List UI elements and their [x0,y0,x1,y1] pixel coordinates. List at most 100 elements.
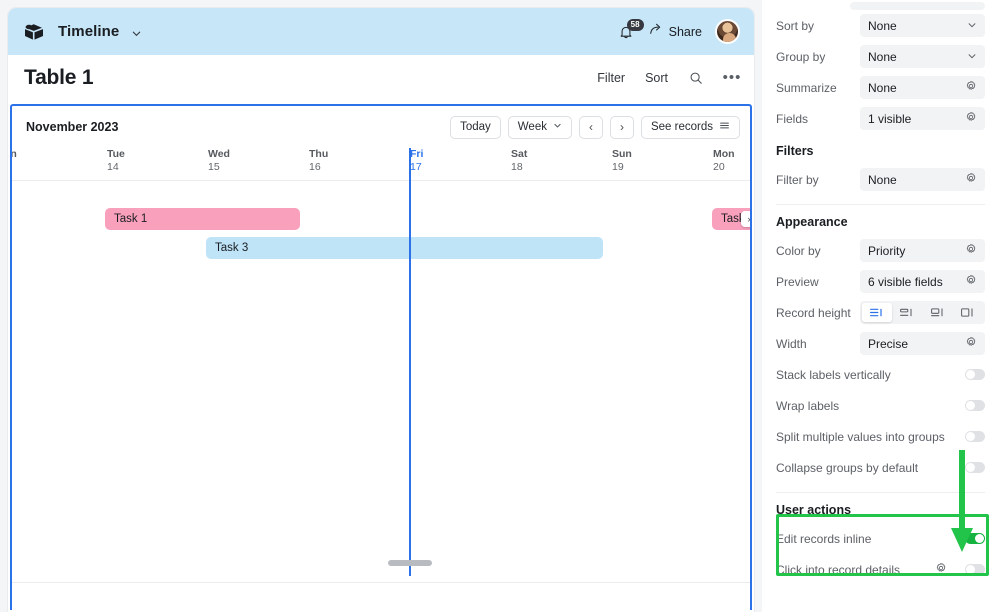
record-height-segmented-control[interactable] [860,301,985,324]
filter-by-select[interactable]: None [860,168,985,191]
zoom-level-select[interactable]: Week [507,115,572,139]
width-select[interactable]: Precise [860,332,985,355]
wrap-labels-toggle[interactable] [965,400,985,411]
next-period-button[interactable]: › [609,115,634,139]
click-into-record-details-label: Click into record details [776,562,901,577]
sort-button[interactable]: Sort [645,71,668,85]
chevron-down-icon[interactable] [967,50,977,64]
day-name: Thu [309,148,329,160]
timeline-bar-label: Task 3 [215,242,249,254]
today-indicator-line [409,148,411,576]
partial-field-row [850,2,985,10]
day-name: Fri [410,148,424,160]
chevron-down-icon[interactable] [131,26,142,37]
fields-value: 1 visible [868,111,912,126]
more-horizontal-icon[interactable]: ••• [723,70,741,86]
day-header-20: Mon 20 [713,148,735,174]
stack-labels-vertically-toggle[interactable] [965,369,985,380]
fields-select[interactable]: 1 visible [860,107,985,130]
stack-labels-vertically-label: Stack labels vertically [776,367,891,382]
share-label: Share [668,24,702,39]
height-extra-tall-icon[interactable] [953,303,983,322]
timeline-panel: November 2023 Today Week ‹ › See records… [10,104,752,610]
day-number: 15 [208,161,220,173]
chevron-right-icon: › [619,120,624,134]
timeline-bar[interactable]: Task 3 [206,237,603,259]
chevron-left-icon: ‹ [588,120,593,134]
gear-icon[interactable] [935,561,947,579]
sort-by-value: None [868,18,897,33]
timeline-day-headers: on Tue14 Wed15 Thu16 Fri17 Sat18 Sun19 Mon20 [12,148,750,181]
group-by-row: Group by None [776,41,985,72]
height-short-icon[interactable] [862,303,893,322]
collapse-groups-by-default-toggle[interactable] [965,462,985,473]
gear-icon[interactable] [965,336,977,351]
edit-records-inline-row: Edit records inline [776,523,985,554]
color-by-select[interactable]: Priority [860,239,985,262]
preview-label: Preview [776,274,819,289]
split-multiple-values-into-groups-toggle[interactable] [965,431,985,442]
avatar[interactable] [715,19,740,44]
filter-button[interactable]: Filter [597,71,625,85]
gear-icon[interactable] [965,80,977,95]
settings-sidebar: Sort by None Group by None Summarize None Fiel… [762,0,999,612]
day-number: 16 [309,161,321,173]
summarize-value: None [868,80,897,95]
app-area: Timeline 58 Share Table 1 Filter Sort ••… [0,0,762,612]
preview-row: Preview 6 visible fields [776,266,985,297]
group-by-select[interactable]: None [860,45,985,68]
scrollbar-thumb[interactable] [388,560,432,566]
day-name: on [10,148,17,160]
notifications-button[interactable]: 58 [618,18,644,42]
collapse-groups-by-default-row: Collapse groups by default [776,452,985,483]
preview-select[interactable]: 6 visible fields [860,270,985,293]
section-divider [776,204,985,205]
today-button[interactable]: Today [450,115,501,139]
app-topbar: Timeline 58 Share [8,8,754,55]
edit-records-inline-toggle[interactable] [965,533,985,544]
share-icon [649,22,663,41]
horizontal-scrollbar[interactable] [12,560,750,566]
wrap-labels-row: Wrap labels [776,390,985,421]
notification-badge: 58 [626,18,644,31]
gear-icon[interactable] [965,274,977,289]
filter-by-value: None [868,172,897,187]
width-value: Precise [868,336,909,351]
day-number: 18 [511,161,523,173]
day-header-16: Thu 16 [309,148,328,174]
expand-record-chevron-icon[interactable]: › [741,211,750,227]
stack-labels-vertically-row: Stack labels vertically [776,359,985,390]
sort-by-select[interactable]: None [860,14,985,37]
summarize-select[interactable]: None [860,76,985,99]
chevron-down-icon[interactable] [967,19,977,33]
click-into-record-details-row: Click into record details [776,554,985,585]
see-records-button[interactable]: See records [640,115,740,139]
brand-group[interactable]: Timeline [22,22,142,42]
day-number: 19 [612,161,624,173]
color-by-label: Color by [776,243,821,258]
share-button[interactable]: Share [649,22,702,41]
timeline-toolbar: November 2023 Today Week ‹ › See records [12,106,750,142]
day-header-on: on [10,148,17,161]
timeline-bar[interactable]: Task › [712,208,750,230]
appearance-group: Color by Priority Preview 6 visible fields [776,235,985,297]
chevron-down-icon [553,121,562,133]
timeline-body[interactable]: Task › Task 3 Task 1 [12,148,750,576]
user-actions-section-title: User actions [776,503,852,517]
gear-icon[interactable] [965,172,977,187]
filter-by-row: Filter by None [776,164,985,195]
record-height-label: Record height [776,305,851,320]
height-medium-icon[interactable] [892,303,922,322]
day-number: 20 [713,161,725,173]
height-tall-icon[interactable] [923,303,953,322]
timeline-bar[interactable]: Task 1 [105,208,300,230]
previous-period-button[interactable]: ‹ [578,115,603,139]
gear-icon[interactable] [965,111,977,126]
click-into-record-details-toggle[interactable] [965,564,985,575]
collapse-groups-by-default-label: Collapse groups by default [776,460,919,475]
search-icon[interactable] [688,70,704,86]
zoom-level-label: Week [517,121,547,133]
wrap-labels-label: Wrap labels [776,398,840,413]
day-number: 17 [410,161,422,173]
gear-icon[interactable] [965,243,977,258]
